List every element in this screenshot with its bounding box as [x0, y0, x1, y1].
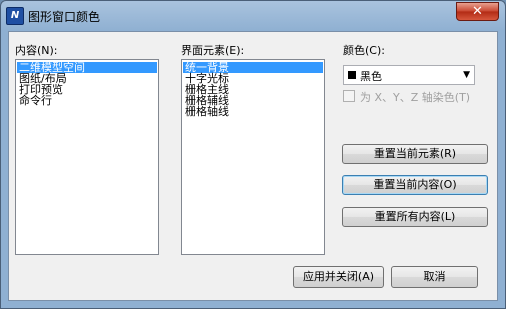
cancel-button[interactable]: 取消	[391, 266, 478, 288]
color-label: 颜色(C):	[343, 44, 385, 57]
interface-element-listbox[interactable]: 统一背景 十字光标 栅格主线 栅格辅线 栅格轴线	[181, 59, 325, 255]
color-dropdown[interactable]: 黑色 ▼	[343, 65, 475, 85]
apply-and-close-button[interactable]: 应用并关闭(A)	[293, 266, 384, 288]
title-bar[interactable]: N 图形窗口颜色 ✕	[1, 1, 505, 31]
tint-xyz-label: 为 X、Y、Z 轴染色(T)	[360, 91, 471, 104]
reset-all-contexts-button[interactable]: 重置所有内容(L)	[342, 207, 488, 227]
reset-current-context-button[interactable]: 重置当前内容(O)	[342, 175, 488, 195]
app-icon: N	[6, 7, 24, 25]
close-icon: ✕	[472, 4, 483, 19]
color-selected-value: 黑色	[360, 70, 382, 83]
color-swatch	[348, 71, 356, 79]
reset-current-element-button[interactable]: 重置当前元素(R)	[342, 144, 488, 164]
context-item-command-line[interactable]: 命令行	[17, 95, 157, 106]
dialog-client-area: 内容(N): 二维模型空间 图纸/布局 打印预览 命令行 界面元素(E): 统一…	[8, 31, 498, 301]
dialog-window: N 图形窗口颜色 ✕ 内容(N): 二维模型空间 图纸/布局 打印预览 命令行 …	[0, 0, 506, 309]
context-label: 内容(N):	[15, 44, 58, 57]
interface-element-label: 界面元素(E):	[181, 44, 245, 57]
tint-xyz-checkbox[interactable]	[343, 90, 355, 102]
context-listbox[interactable]: 二维模型空间 图纸/布局 打印预览 命令行	[15, 59, 159, 255]
element-item-grid-axis[interactable]: 栅格轴线	[183, 106, 323, 117]
close-button[interactable]: ✕	[456, 2, 499, 21]
window-title: 图形窗口颜色	[28, 10, 101, 24]
dropdown-arrow-icon: ▼	[463, 70, 470, 80]
